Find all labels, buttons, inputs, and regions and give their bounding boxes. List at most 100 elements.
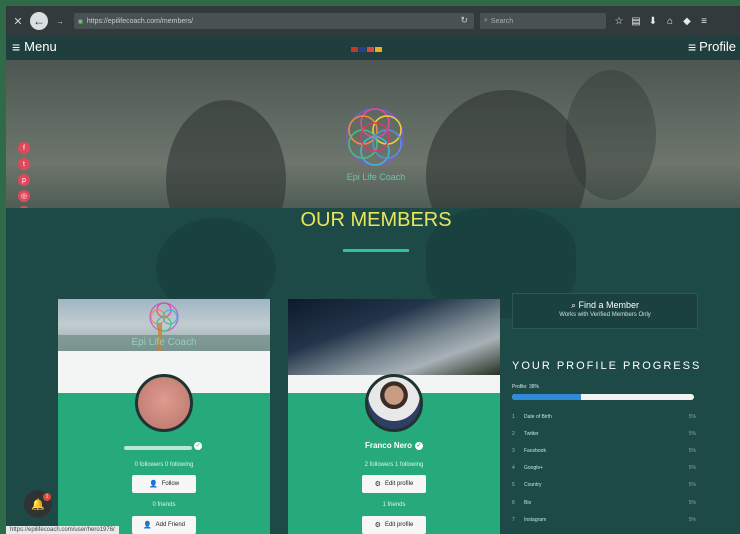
progress-item[interactable]: 1 Date of Birth 5% <box>512 408 696 425</box>
find-member-button[interactable]: ⌕ Find a Member Works with Verified Memb… <box>512 293 698 329</box>
find-member-label: Find a Member <box>578 300 640 310</box>
progress-item[interactable]: 4 Google+ 5% <box>512 460 696 477</box>
member-name[interactable]: Franco Nero ✓ <box>288 441 500 450</box>
facebook-icon[interactable]: f <box>18 142 30 154</box>
friend-count: 0 friends <box>152 502 176 508</box>
profile-progress-bar <box>512 394 694 400</box>
progress-item-label: Bio <box>524 499 532 506</box>
bookmark-star-icon[interactable]: ☆ <box>612 16 626 27</box>
hamburger-icon: ≡ <box>12 38 21 55</box>
progress-item-label: Twitter <box>524 430 539 437</box>
progress-item-percent: 5% <box>688 499 696 506</box>
progress-item-label: Google+ <box>524 465 544 472</box>
pocket-icon[interactable]: ◆ <box>680 16 694 27</box>
edit-profile-button[interactable]: ⚙ Edit profile <box>362 475 426 493</box>
gear-icon: ⚙ <box>374 522 381 529</box>
url-text: https://epilifecoach.com/members/ <box>86 17 194 25</box>
progress-item[interactable]: 3 Facebook 5% <box>512 442 696 459</box>
notification-badge: 1 <box>43 493 51 501</box>
progress-item-percent: 5% <box>688 430 696 437</box>
progress-item-percent: 5% <box>688 482 696 489</box>
browser-window: ✕ ← → ■ https://epilifecoach.com/members… <box>6 6 740 534</box>
hero-silhouette <box>566 70 656 200</box>
progress-item[interactable]: 6 Bio 5% <box>512 494 696 511</box>
bell-icon: 🔔 <box>31 498 45 511</box>
language-flag-icon[interactable] <box>359 47 366 52</box>
hero-banner: Epi Life Coach f t p ◎ < M <box>6 60 740 208</box>
follower-stats: 2 followers 1 following <box>364 462 424 468</box>
member-card: Franco Nero ✓ 2 followers 1 following ⚙ E… <box>288 299 500 534</box>
address-bar[interactable]: ■ https://epilifecoach.com/members/ ↻ <box>74 13 474 29</box>
progress-item-label: Facebook <box>524 447 546 454</box>
verified-icon: ✓ <box>194 442 202 450</box>
reload-icon[interactable]: ↻ <box>460 15 468 26</box>
search-icon: ⌕ <box>484 17 488 24</box>
hamburger-icon: ≡ <box>687 38 697 55</box>
progress-item-percent: 5% <box>688 465 696 472</box>
language-flag-icon[interactable] <box>375 47 382 52</box>
browser-menu-icon[interactable]: ≡ <box>697 16 711 27</box>
progress-item[interactable]: 8Skills I have5% <box>512 528 696 534</box>
search-input[interactable]: ⌕ Search <box>480 13 606 29</box>
progress-item-percent: 5% <box>688 447 696 454</box>
progress-item[interactable]: 7 Instagram 5% <box>512 511 696 528</box>
site-navbar: ≡ Menu ≡ Profile <box>6 36 740 60</box>
member-card: Epi Life Coach ✓ 0 followers 0 following… <box>58 299 270 534</box>
progress-item-percent: 5% <box>688 413 696 420</box>
avatar[interactable] <box>135 374 193 432</box>
progress-item[interactable]: 5 Country 5% <box>512 477 696 494</box>
gear-icon: ⚙ <box>374 481 381 488</box>
card-cover-image: Epi Life Coach <box>58 299 270 351</box>
progress-item-label: Date of Birth <box>524 413 552 420</box>
find-member-title: ⌕ Find a Member <box>513 300 697 311</box>
progress-item-number: 1 <box>512 413 515 420</box>
status-bar-url: https://epilifecoach.com/user/hero1976/ <box>6 526 119 534</box>
instagram-icon[interactable]: ◎ <box>18 190 30 202</box>
avatar[interactable] <box>365 374 423 432</box>
follow-button[interactable]: 👤 Follow <box>132 475 196 493</box>
home-icon[interactable]: ⌂ <box>663 16 677 27</box>
progress-item[interactable]: 2 Twitter 5% <box>512 425 696 442</box>
logo-text: Epi Life Coach <box>346 172 406 182</box>
progress-item-percent: 5% <box>688 516 696 523</box>
title-underline <box>343 249 409 252</box>
progress-item-number: 6 <box>512 499 515 506</box>
profile-progress-list: 1 Date of Birth 5% 2 Twitter 5% 3 Facebook 5% 4 Go… <box>512 408 696 534</box>
follower-stats: 0 followers 0 following <box>134 462 194 468</box>
back-button[interactable]: ← <box>30 12 48 30</box>
download-icon[interactable]: ⬇ <box>646 16 660 27</box>
close-window-icon[interactable]: ✕ <box>10 13 26 29</box>
friend-count: 1 friends <box>382 502 406 508</box>
profile-progress-fill <box>512 394 582 400</box>
page-title: OUR MEMBERS <box>300 209 452 231</box>
pinterest-icon[interactable]: p <box>18 174 30 186</box>
forward-icon[interactable]: → <box>52 13 68 29</box>
cover-logo-text: Epi Life Coach <box>131 337 197 348</box>
find-member-subtitle: Works with Verified Members Only <box>559 312 651 318</box>
profile-button[interactable]: ≡ Profile <box>688 39 736 54</box>
progress-item-number: 7 <box>512 516 515 523</box>
language-flag-icon[interactable] <box>367 47 374 52</box>
profile-progress-label: Profile: 38% <box>512 384 539 390</box>
progress-item-number: 2 <box>512 430 515 437</box>
edit-profile-button-secondary[interactable]: ⚙ Edit profile <box>362 516 426 534</box>
verified-icon: ✓ <box>415 441 424 450</box>
search-icon: ⌕ <box>570 300 576 310</box>
social-links: f t p ◎ < M <box>18 142 30 208</box>
search-placeholder: Search <box>490 17 514 25</box>
member-name-blurred[interactable] <box>124 446 192 450</box>
profile-progress-title: YOUR PROFILE PROGRESS <box>512 360 702 372</box>
reading-list-icon[interactable]: ▤ <box>629 16 643 27</box>
progress-item-number: 5 <box>512 482 515 489</box>
user-plus-icon: 👤 <box>142 522 152 529</box>
profile-label: Profile <box>699 39 736 54</box>
progress-item-number: 4 <box>512 465 515 472</box>
add-friend-button[interactable]: 👤 Add Friend <box>132 516 196 534</box>
toolbar-icons: ☆ ▤ ⬇ ⌂ ◆ ≡ <box>612 16 711 27</box>
menu-label: Menu <box>24 39 57 54</box>
edit-profile-label: Edit profile <box>384 481 414 487</box>
twitter-icon[interactable]: t <box>18 158 30 170</box>
menu-button[interactable]: ≡ Menu <box>12 39 57 54</box>
language-flag-icon[interactable] <box>351 47 358 52</box>
hero-silhouette <box>166 100 286 208</box>
